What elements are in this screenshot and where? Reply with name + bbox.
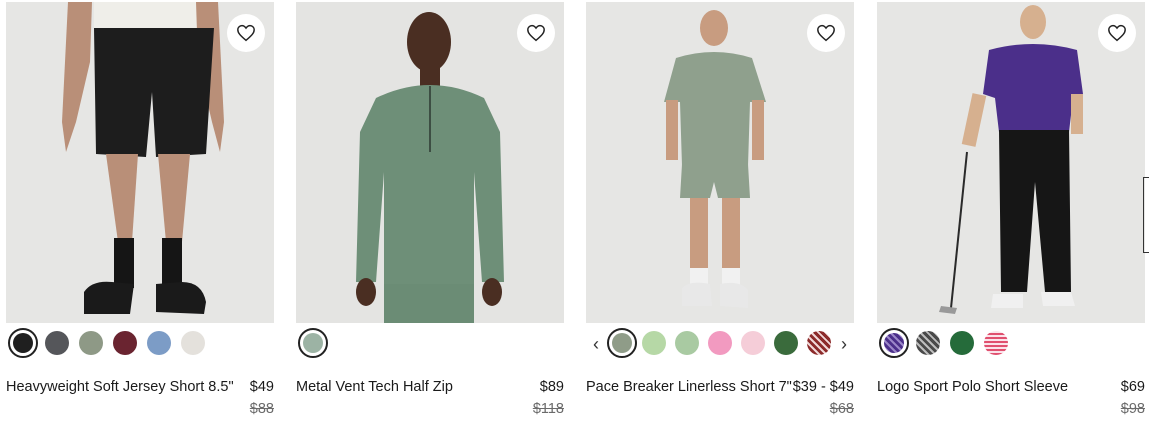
color-swatch[interactable]: [774, 331, 798, 355]
wishlist-button[interactable]: [517, 14, 555, 52]
product-image[interactable]: [6, 2, 274, 323]
product-image[interactable]: [586, 2, 854, 323]
wishlist-button[interactable]: [1098, 14, 1136, 52]
product-image[interactable]: [296, 2, 564, 323]
color-swatch[interactable]: [642, 331, 666, 355]
color-swatch[interactable]: [950, 331, 974, 355]
heart-outline-icon: [817, 24, 835, 42]
chevron-right-icon[interactable]: ›: [836, 334, 852, 354]
heart-outline-icon: [527, 24, 545, 42]
color-swatch[interactable]: [916, 331, 940, 355]
color-swatch[interactable]: [79, 331, 103, 355]
color-swatch[interactable]: [8, 328, 38, 358]
wishlist-button[interactable]: [807, 14, 845, 52]
color-swatch[interactable]: [879, 328, 909, 358]
product-name[interactable]: Pace Breaker Linerless Short 7": [586, 377, 821, 397]
product-price: $49: [249, 379, 274, 395]
color-swatches: [877, 328, 1145, 359]
product-name[interactable]: Metal Vent Tech Half Zip: [296, 377, 531, 397]
product-card[interactable]: Metal Vent Tech Half Zip $89 $118: [296, 0, 564, 424]
original-price: $88: [249, 401, 274, 417]
original-price: $98: [1120, 401, 1145, 417]
heart-outline-icon: [237, 24, 255, 42]
product-card[interactable]: Heavyweight Soft Jersey Short 8.5" $49 $…: [6, 0, 274, 424]
color-swatch[interactable]: [708, 331, 732, 355]
color-swatch[interactable]: [741, 331, 765, 355]
color-swatch[interactable]: [113, 331, 137, 355]
carousel-edge-control[interactable]: [1143, 177, 1149, 253]
product-card[interactable]: ‹ › Pace Breaker Linerless Short 7" $39 …: [586, 0, 854, 424]
product-photo-shorts: [6, 2, 274, 323]
product-card[interactable]: Logo Sport Polo Short Sleeve $69 $98: [877, 0, 1145, 424]
product-photo-half-zip: [296, 2, 564, 323]
color-swatch[interactable]: [607, 328, 637, 358]
product-price: $89: [539, 379, 564, 395]
color-swatches: ‹ ›: [586, 328, 854, 359]
heart-outline-icon: [1108, 24, 1126, 42]
product-image[interactable]: [877, 2, 1145, 323]
color-swatch[interactable]: [984, 331, 1008, 355]
original-price: $118: [532, 401, 564, 417]
original-price: $68: [829, 401, 854, 417]
color-swatches: [6, 328, 274, 359]
color-swatch[interactable]: [675, 331, 699, 355]
product-photo-pace-short: [586, 2, 854, 323]
product-price: $69: [1120, 379, 1145, 395]
wishlist-button[interactable]: [227, 14, 265, 52]
chevron-left-icon[interactable]: ‹: [588, 334, 604, 354]
product-photo-polo: [877, 2, 1145, 323]
color-swatch[interactable]: [181, 331, 205, 355]
color-swatches: [296, 328, 564, 359]
product-price: $39 - $49: [792, 379, 854, 395]
color-swatch[interactable]: [298, 328, 328, 358]
color-swatch[interactable]: [45, 331, 69, 355]
color-swatch[interactable]: [807, 331, 831, 355]
product-name[interactable]: Logo Sport Polo Short Sleeve: [877, 377, 1112, 397]
color-swatch[interactable]: [147, 331, 171, 355]
product-name[interactable]: Heavyweight Soft Jersey Short 8.5": [6, 377, 241, 397]
